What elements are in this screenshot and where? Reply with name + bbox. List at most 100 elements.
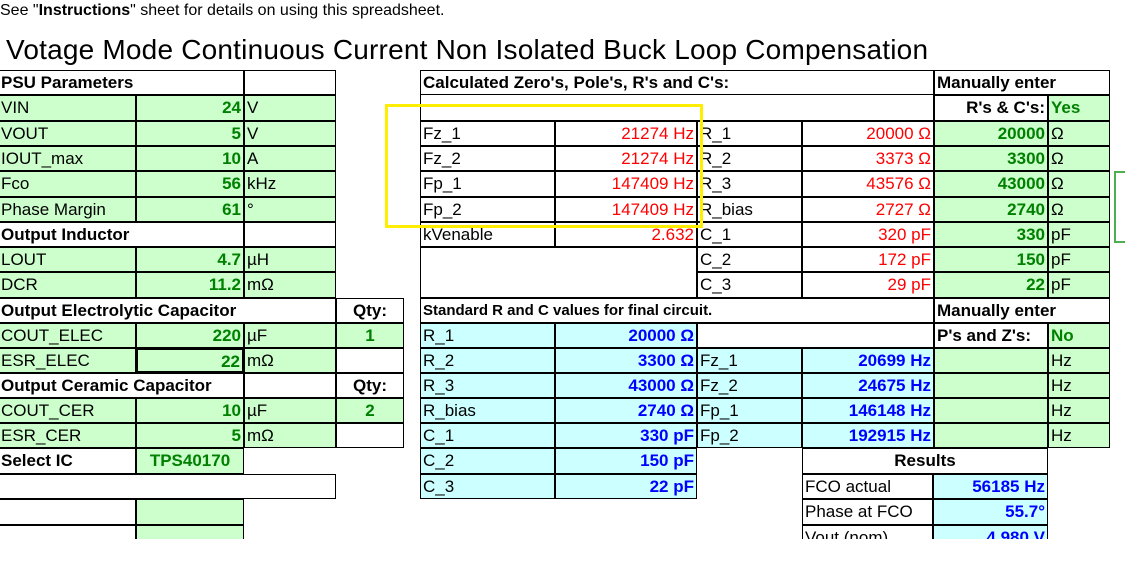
std-label-c1: C_1 bbox=[420, 423, 555, 448]
elec-qty-blank bbox=[336, 348, 404, 373]
value-lout[interactable]: 4.7 bbox=[136, 247, 244, 272]
bottom-mask bbox=[0, 539, 1125, 577]
calc-blank-area bbox=[420, 247, 697, 298]
std-value-r2: 3300 Ω bbox=[555, 348, 697, 373]
calc-label-c3: C_3 bbox=[697, 272, 802, 298]
value-esr-elec[interactable]: 22 bbox=[136, 348, 244, 373]
unit-vin: V bbox=[244, 95, 336, 121]
manual-c3-input[interactable]: 22 bbox=[934, 272, 1048, 298]
calc-label-rbias: R_bias bbox=[697, 197, 802, 222]
calculated-header: Calculated Zero's, Pole's, R's and C's: bbox=[420, 70, 934, 95]
value-vin[interactable]: 24 bbox=[136, 95, 244, 121]
unit-iout-max: A bbox=[244, 146, 336, 171]
label-iout-max: IOUT_max bbox=[0, 146, 136, 171]
std-label-c2: C_2 bbox=[420, 448, 555, 474]
calc-label-fz1: Fz_1 bbox=[420, 121, 555, 146]
unit-fco: kHz bbox=[244, 171, 336, 197]
sheet-title: Votage Mode Continuous Current Non Isola… bbox=[6, 34, 929, 65]
label-dcr: DCR bbox=[0, 272, 136, 298]
note-prefix: See " bbox=[0, 2, 39, 19]
manual-r2-input[interactable]: 3300 bbox=[934, 146, 1048, 171]
unit-esr-cer: mΩ bbox=[244, 423, 336, 448]
calc-label-r2: R_2 bbox=[697, 146, 802, 171]
cer-qty-blank bbox=[336, 423, 404, 448]
manual-rc-toggle[interactable]: Yes bbox=[1048, 95, 1110, 121]
elec-qty-value[interactable]: 1 bbox=[336, 323, 404, 348]
calc-value-fz2: 21274 Hz bbox=[555, 146, 697, 171]
psu-header-blank bbox=[244, 70, 336, 95]
std-value-c3: 22 pF bbox=[555, 474, 697, 499]
psu-parameters-header: PSU Parameters bbox=[0, 70, 244, 95]
calc-label-kvenable: kVenable bbox=[420, 222, 555, 247]
value-phase-margin[interactable]: 61 bbox=[136, 197, 244, 222]
std-label-r2: R_2 bbox=[420, 348, 555, 373]
result-label-fco: FCO actual bbox=[802, 474, 933, 499]
std-value-fz1: 20699 Hz bbox=[802, 348, 934, 373]
manual-fz2-input[interactable] bbox=[934, 373, 1048, 398]
select-ic-dropdown[interactable]: TPS40170 bbox=[136, 448, 244, 474]
ceramic-header-blank bbox=[244, 373, 336, 398]
value-vout[interactable]: 5 bbox=[136, 121, 244, 146]
std-label-c3: C_3 bbox=[420, 474, 555, 499]
offscreen-control-edge bbox=[1114, 171, 1125, 243]
calc-label-fp2: Fp_2 bbox=[420, 197, 555, 222]
instructions-note: See "Instructions" sheet for details on … bbox=[0, 2, 444, 20]
value-iout-max[interactable]: 10 bbox=[136, 146, 244, 171]
manual-r3-input[interactable]: 43000 bbox=[934, 171, 1048, 197]
calc-label-c1: C_1 bbox=[697, 222, 802, 247]
elec-qty-label: Qty: bbox=[336, 298, 404, 323]
unit-lout: µH bbox=[244, 247, 336, 272]
std-label-fp1: Fp_1 bbox=[697, 398, 802, 423]
calculated-blank-row bbox=[420, 95, 934, 121]
cer-qty-value[interactable]: 2 bbox=[336, 398, 404, 423]
blank-row-1 bbox=[0, 474, 336, 499]
std-value-c2: 150 pF bbox=[555, 448, 697, 474]
value-esr-cer[interactable]: 5 bbox=[136, 423, 244, 448]
value-dcr[interactable]: 11.2 bbox=[136, 272, 244, 298]
note-instructions-link: Instructions bbox=[38, 2, 131, 19]
manual-c1-input[interactable]: 330 bbox=[934, 222, 1048, 247]
std-value-c1: 330 pF bbox=[555, 423, 697, 448]
calc-value-fp2: 147409 Hz bbox=[555, 197, 697, 222]
value-cout-elec[interactable]: 220 bbox=[136, 323, 244, 348]
manual-rbias-input[interactable]: 2740 bbox=[934, 197, 1048, 222]
manual-fz1-input[interactable] bbox=[934, 348, 1048, 373]
standard-values-header: Standard R and C values for final circui… bbox=[420, 298, 934, 323]
unit-phase-margin: ° bbox=[244, 197, 336, 222]
std-value-fz2: 24675 Hz bbox=[802, 373, 934, 398]
calc-value-r3: 43576 Ω bbox=[802, 171, 934, 197]
note-suffix: " sheet for details on using this spread… bbox=[130, 2, 445, 19]
manual-c2-input[interactable]: 150 bbox=[934, 247, 1048, 272]
calc-value-rbias: 2727 Ω bbox=[802, 197, 934, 222]
unit-cout-cer: µF bbox=[244, 398, 336, 423]
manual-pz-header: Manually enter bbox=[934, 298, 1110, 323]
std-label-r1: R_1 bbox=[420, 323, 555, 348]
value-cout-cer[interactable]: 10 bbox=[136, 398, 244, 423]
label-vin: VIN bbox=[0, 95, 136, 121]
manual-fp2-input[interactable] bbox=[934, 423, 1048, 448]
std-value-fp1: 146148 Hz bbox=[802, 398, 934, 423]
label-cout-elec: COUT_ELEC bbox=[0, 323, 136, 348]
calc-value-kvenable: 2.632 bbox=[555, 222, 697, 247]
manual-fp1-unit: Hz bbox=[1048, 398, 1110, 423]
blank-row-2-input[interactable] bbox=[136, 499, 244, 525]
unit-esr-elec: mΩ bbox=[244, 348, 336, 373]
value-fco[interactable]: 56 bbox=[136, 171, 244, 197]
calc-label-c2: C_2 bbox=[697, 247, 802, 272]
unit-vout: V bbox=[244, 121, 336, 146]
calc-label-r3: R_3 bbox=[697, 171, 802, 197]
calc-label-fp1: Fp_1 bbox=[420, 171, 555, 197]
manual-fp1-input[interactable] bbox=[934, 398, 1048, 423]
unit-cout-elec: µF bbox=[244, 323, 336, 348]
std-label-fp2: Fp_2 bbox=[697, 423, 802, 448]
calc-value-fp1: 147409 Hz bbox=[555, 171, 697, 197]
blank-row-2-label bbox=[0, 499, 136, 525]
std-label-rbias: R_bias bbox=[420, 398, 555, 423]
manual-c3-unit: pF bbox=[1048, 272, 1110, 298]
electrolytic-cap-header: Output Electrolytic Capacitor bbox=[0, 298, 336, 323]
manual-r1-input[interactable]: 20000 bbox=[934, 121, 1048, 146]
manual-r3-unit: Ω bbox=[1048, 171, 1110, 197]
calc-value-c1: 320 pF bbox=[802, 222, 934, 247]
manual-pz-toggle[interactable]: No bbox=[1048, 323, 1110, 348]
result-value-phase: 55.7° bbox=[933, 499, 1048, 525]
